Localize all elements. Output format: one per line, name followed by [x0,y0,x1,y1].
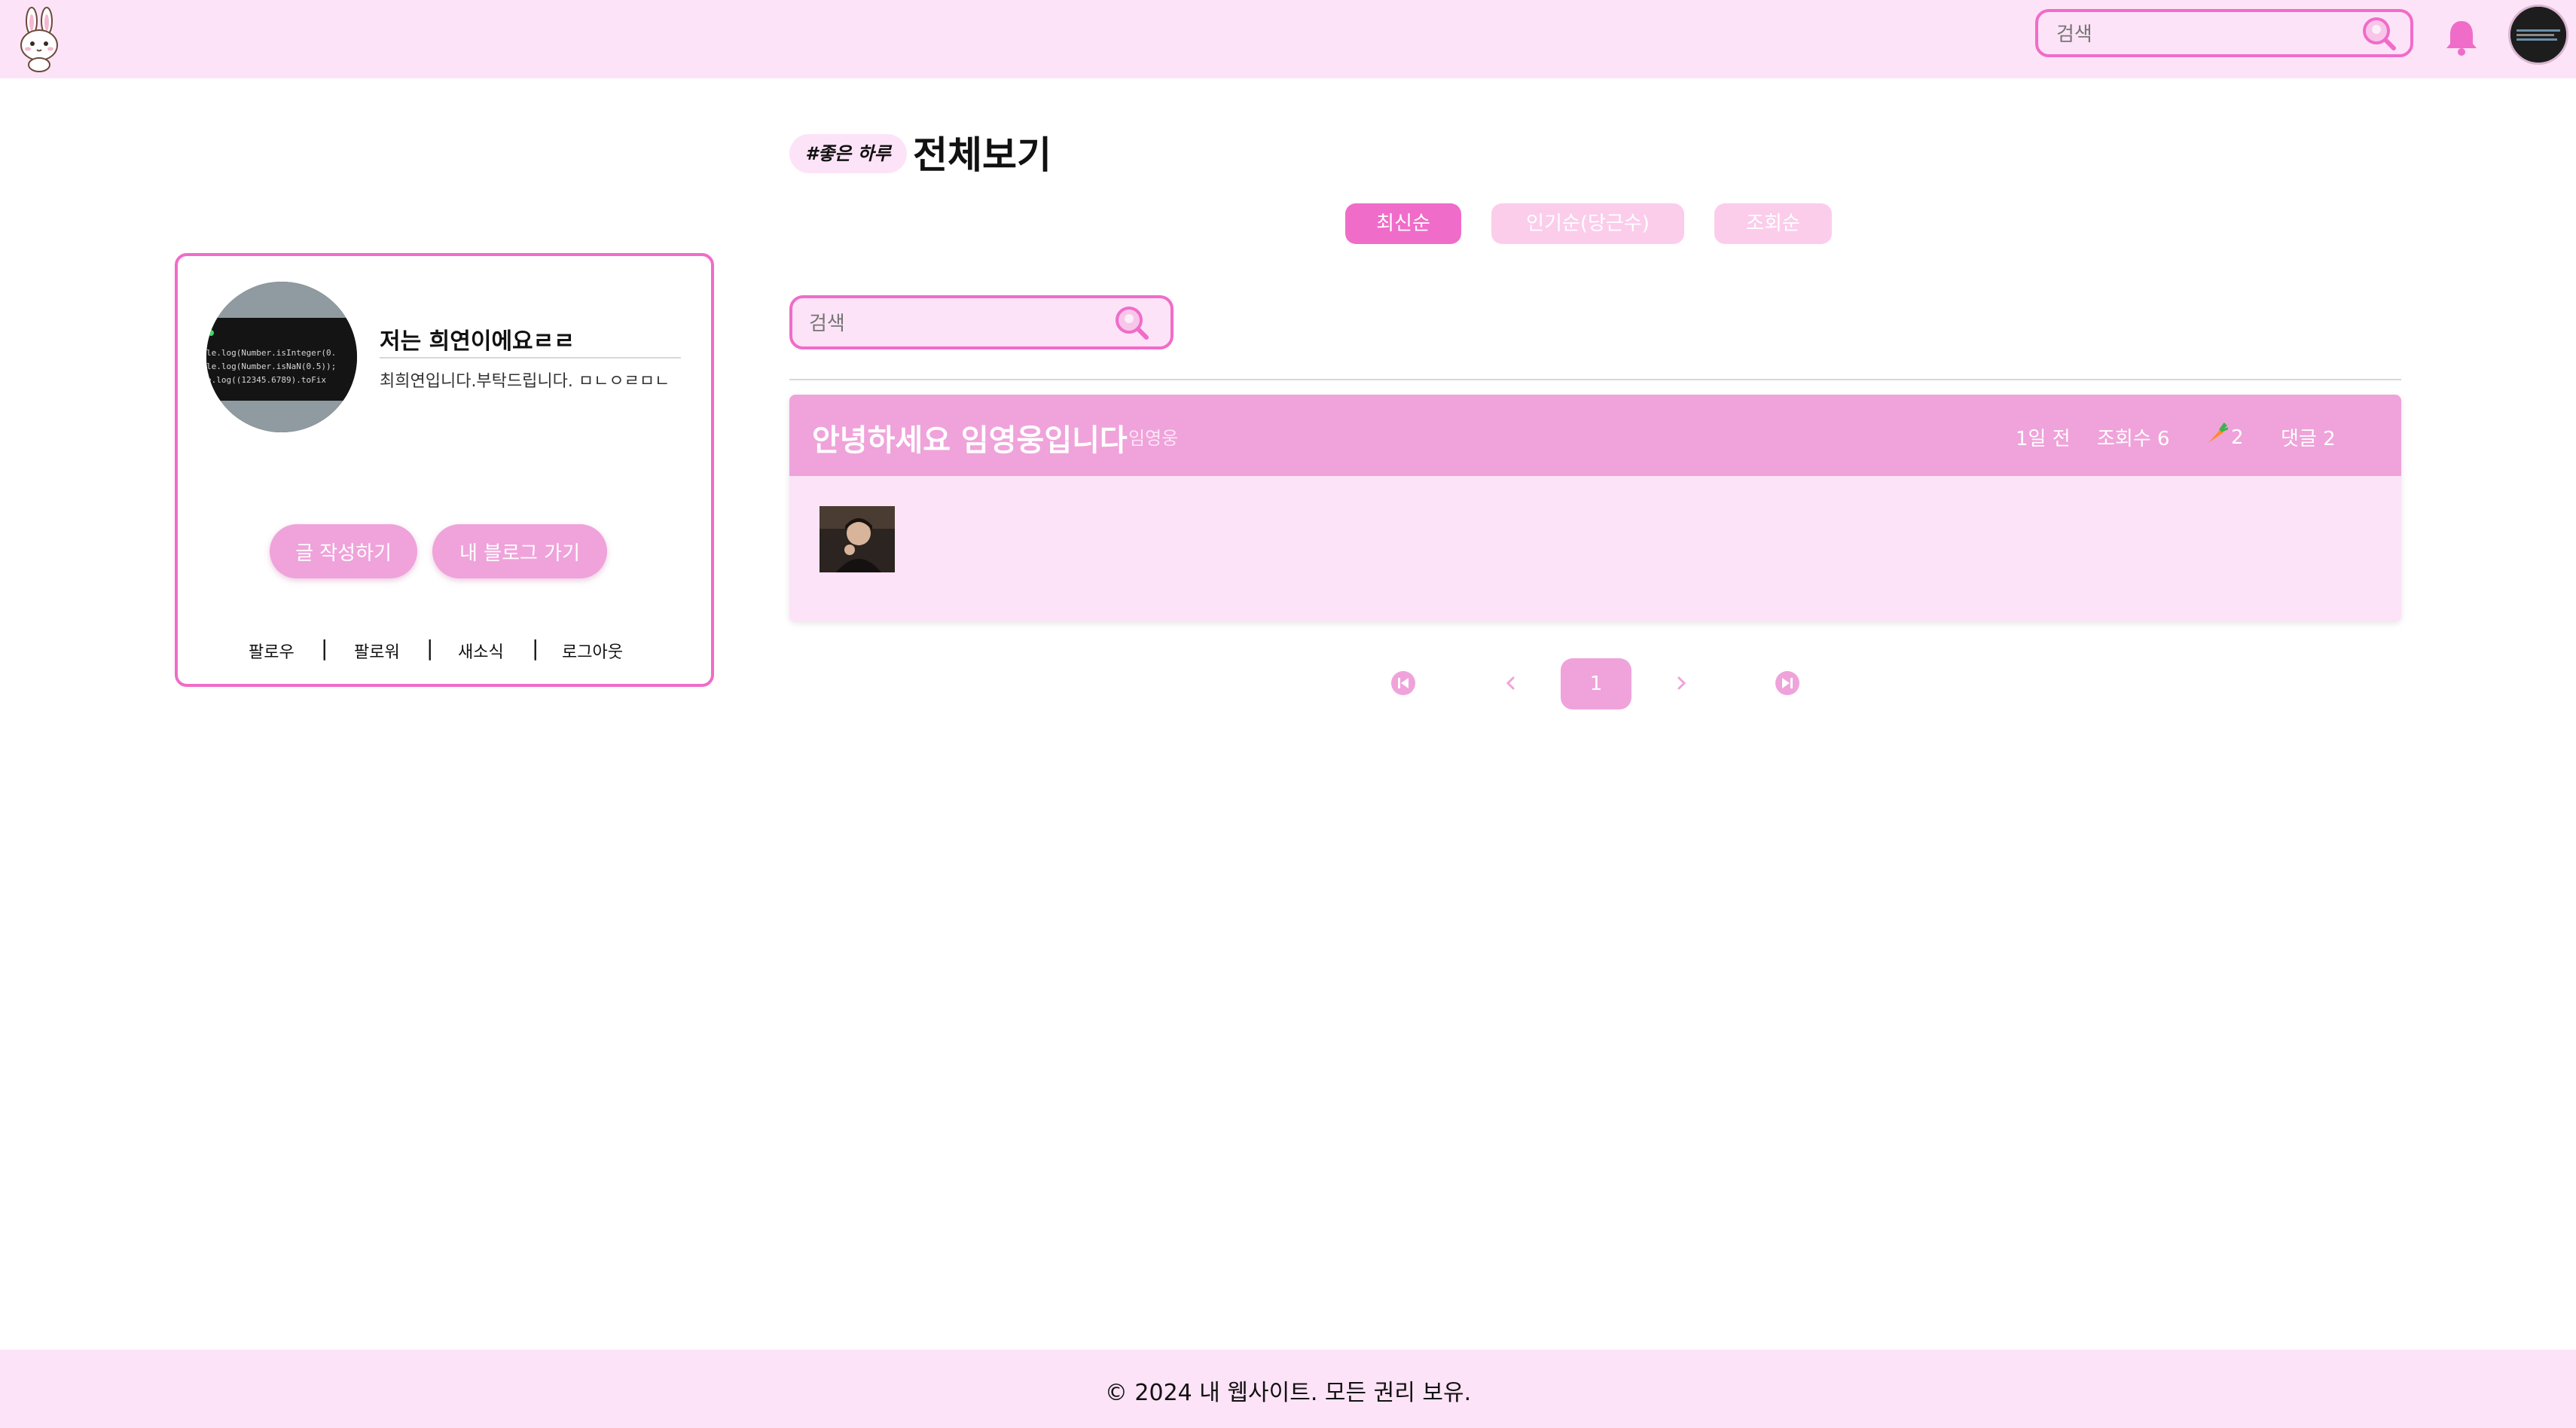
prev-page-icon[interactable] [1502,670,1518,696]
link-separator: | [426,636,434,661]
user-avatar[interactable] [2508,5,2568,65]
tag-chip[interactable]: #좋은 하루 [789,134,907,173]
profile-code-image: le.log(Number.isInteger(0. le.log(Number… [206,282,357,432]
rabbit-logo-icon[interactable] [17,6,62,72]
post-comments: 댓글 2 [2281,428,2336,450]
page-footer: © 2024 내 웹사이트. 모든 권리 보유. [0,1350,2576,1428]
profile-intro: 최희연입니다.부탁드립니다. ㅁㄴㅇㄹㅁㄴ [380,372,670,391]
link-separator: | [532,636,539,661]
header-search-box [2035,9,2413,57]
profile-links: 팔로우 | 팔로워 | 새소식 | 로그아웃 [178,636,711,669]
sort-tab-popular[interactable]: 인기순(당근수) [1491,203,1684,244]
post-views: 조회수 6 [2097,428,2170,450]
post-search-box [789,295,1174,349]
footer-text: © 2024 내 웹사이트. 모든 권리 보유. [1104,1380,1472,1406]
profile-divider [380,357,681,359]
post-body [789,476,2401,622]
post-header: 안녕하세요 임영웅입니다 임영웅 1일 전 조회수 6 2 댓글 2 [789,395,2401,476]
news-link[interactable]: 새소식 [458,639,504,663]
search-icon[interactable] [1112,303,1151,342]
avatar-code-image [2510,7,2566,63]
logout-link[interactable]: 로그아웃 [562,639,623,663]
top-header [0,0,2576,78]
profile-avatar: le.log(Number.isInteger(0. le.log(Number… [206,282,357,432]
header-search-input[interactable] [2055,23,2344,47]
post-title[interactable]: 안녕하세요 임영웅입니다 [812,416,1128,459]
sort-tab-latest[interactable]: 최신순 [1345,203,1461,244]
follower-link[interactable]: 팔로워 [354,639,400,663]
first-page-icon[interactable] [1390,670,1416,696]
post-search-input[interactable] [807,312,1097,336]
post-time: 1일 전 [2016,428,2071,450]
follow-link[interactable]: 팔로우 [249,639,295,663]
svg-text:e.log((12345.6789).toFix: e.log((12345.6789).toFix [206,375,326,385]
write-post-button[interactable]: 글 작성하기 [270,524,417,578]
profile-card: le.log(Number.isInteger(0. le.log(Number… [175,253,714,687]
content-divider [789,379,2401,380]
post-card[interactable]: 안녕하세요 임영웅입니다 임영웅 1일 전 조회수 6 2 댓글 2 [789,395,2401,622]
profile-name: 저는 희연이에요ㄹㄹ [380,328,575,355]
search-icon[interactable] [2359,14,2398,53]
post-author[interactable]: 임영웅 [1128,423,1178,450]
notification-bell-icon[interactable] [2443,18,2480,57]
my-blog-button[interactable]: 내 블로그 가기 [432,524,607,578]
post-thumbnail[interactable] [819,506,895,572]
thumbnail-image [819,506,895,572]
page-title: 전체보기 [913,133,1051,177]
page-number-current[interactable]: 1 [1561,658,1631,709]
carrot-icon [2208,423,2228,443]
post-likes-count: 2 [2231,426,2244,449]
sort-tab-views[interactable]: 조회순 [1714,203,1832,244]
next-page-icon[interactable] [1674,670,1690,696]
link-separator: | [321,636,328,661]
svg-text:le.log(Number.isNaN(0.5));: le.log(Number.isNaN(0.5)); [206,362,336,371]
svg-text:le.log(Number.isInteger(0.: le.log(Number.isInteger(0. [206,348,336,358]
last-page-icon[interactable] [1775,670,1800,696]
